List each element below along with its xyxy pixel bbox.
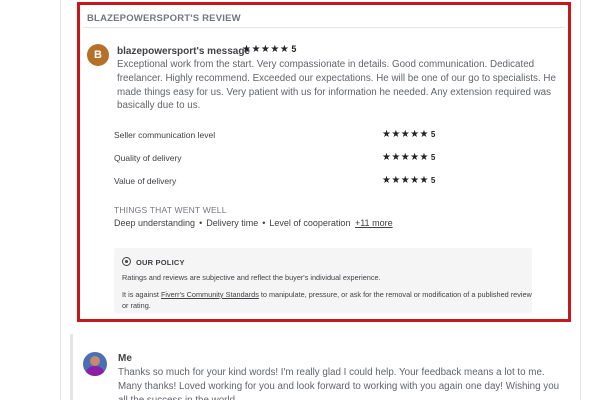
policy-text: Ratings and reviews are subjective and r… [122,273,381,282]
avatar-body [86,366,104,376]
rating-value: 5 [430,176,436,185]
star-icons: ★★★★★ [382,175,429,186]
went-well-list: Deep understanding • Delivery time • Level o… [114,218,393,228]
went-well-item: Deep understanding [114,218,196,228]
review-header: BLAZEPOWERSPORT'S REVIEW [83,8,565,28]
show-more-link[interactable]: +11 more [355,218,393,228]
rating-stars: ★★★★★ 5 [382,152,436,163]
reply-author: Me [118,353,132,364]
rating-row-value: Value of delivery ★★★★★ 5 [114,175,444,188]
rating-value: 5 [430,130,436,139]
review-highlight-box: BLAZEPOWERSPORT'S REVIEW B blazepowerspo… [77,2,571,322]
policy-box: OUR POLICY Ratings and reviews are subje… [114,248,532,313]
seller-reply: Me Thanks so much for your kind words! I… [70,334,570,400]
policy-text: It is against Fiverr's Community Standar… [122,289,532,311]
avatar-head [90,356,100,366]
went-well-item: Delivery time [206,218,259,228]
rating-label: Value of delivery [114,176,177,186]
reply-message: Thanks so much for your kind words! I'm … [118,367,560,400]
user-avatar [83,352,107,376]
overall-rating-value: 5 [291,44,297,54]
rating-stars: ★★★★★ 5 [382,129,436,140]
went-well-title: THINGS THAT WENT WELL [114,205,227,215]
review-message: Exceptional work from the start. Very co… [117,59,556,112]
rating-stars: ★★★★★ 5 [382,175,436,186]
rating-label: Quality of delivery [114,153,182,163]
star-icons: ★★★★★ [382,152,429,163]
shield-icon [122,257,131,266]
rating-row-quality: Quality of delivery ★★★★★ 5 [114,152,444,165]
rating-row-communication: Seller communication level ★★★★★ 5 [114,129,444,142]
buyer-message-label: blazepowersport's message [117,46,250,57]
policy-text-before: It is against [122,290,161,299]
review-title: BLAZEPOWERSPORT'S REVIEW [87,13,241,24]
star-icons: ★★★★★ [242,44,290,55]
buyer-avatar: B [87,44,109,66]
star-icons: ★★★★★ [382,129,429,140]
overall-rating: ★★★★★ 5 [242,44,297,55]
community-standards-link[interactable]: Fiverr's Community Standards [161,290,259,299]
rating-value: 5 [430,153,436,162]
policy-title: OUR POLICY [136,258,185,267]
bullet-separator: • [262,218,266,228]
bullet-separator: • [199,218,203,228]
rating-label: Seller communication level [114,130,216,140]
went-well-item: Level of cooperation [269,218,351,228]
